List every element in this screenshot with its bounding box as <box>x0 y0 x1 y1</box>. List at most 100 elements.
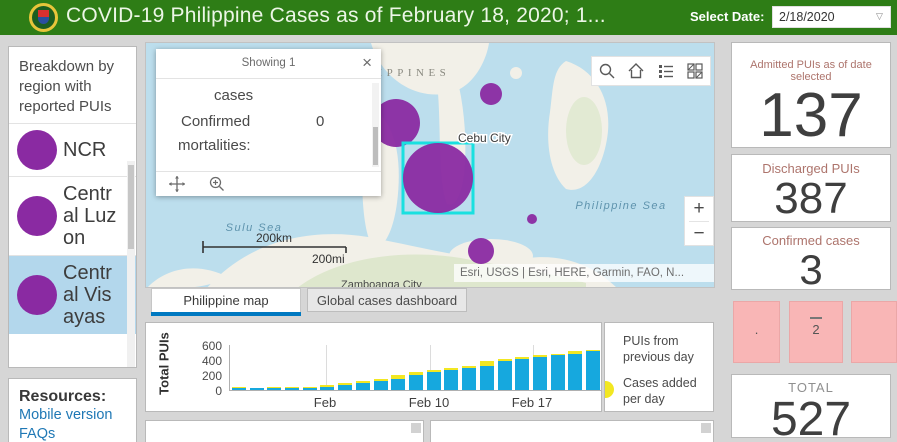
bar-cases-added[interactable] <box>303 387 317 388</box>
legend-item-puis[interactable]: PUIs from previous day <box>623 333 699 365</box>
chart-plot[interactable] <box>229 345 601 391</box>
admitted-label: Admitted PUIs as of date selected <box>732 59 890 83</box>
bar-cases-added[interactable] <box>586 350 600 351</box>
zoom-to-icon[interactable] <box>208 175 226 193</box>
legend-list-icon[interactable] <box>657 62 675 80</box>
bar-puis-previous[interactable] <box>515 359 529 390</box>
bar-puis-previous[interactable] <box>250 388 264 390</box>
admitted-puis-panel: Admitted PUIs as of date selected 137 <box>731 42 891 148</box>
region-marker-icon <box>17 130 57 170</box>
zoom-in-button[interactable]: + <box>685 197 713 221</box>
indicator-box-2: 2 <box>789 301 843 363</box>
bar-puis-previous[interactable] <box>409 375 423 390</box>
pan-move-icon[interactable] <box>168 175 186 193</box>
bar-puis-previous[interactable] <box>320 387 334 390</box>
zoom-out-button[interactable]: − <box>685 222 713 246</box>
bar-puis-previous[interactable] <box>586 351 600 390</box>
region-breakdown-panel: Breakdown by region with reported PUIs N… <box>8 46 137 368</box>
philippine-map[interactable]: PHILIPPINES Philippine Sea Sulu Sea Zamb… <box>145 42 715 288</box>
bar-puis-previous[interactable] <box>356 383 370 390</box>
bar-cases-added[interactable] <box>480 361 494 366</box>
bar-cases-added[interactable] <box>498 359 512 361</box>
popup-field-cases: cases <box>214 87 253 104</box>
bar-puis-previous[interactable] <box>374 381 388 390</box>
date-select-input[interactable] <box>772 6 891 28</box>
map-label-cebu-city: Cebu City <box>458 131 511 145</box>
case-marker[interactable] <box>527 214 537 224</box>
popup-scrollbar[interactable] <box>372 83 379 167</box>
basemap-icon[interactable] <box>686 62 704 80</box>
admitted-value: 137 <box>732 83 890 149</box>
bar-cases-added[interactable] <box>232 387 246 388</box>
total-value: 527 <box>732 395 890 442</box>
dashboard: COVID-19 Philippine Cases as of February… <box>0 0 897 442</box>
x-tick: Feb 17 <box>512 395 552 410</box>
x-tick: Feb <box>314 395 336 410</box>
region-item-central-luzon[interactable]: Central Luzon <box>9 176 136 255</box>
bar-cases-added[interactable] <box>444 368 458 370</box>
y-tick: 200 <box>182 369 222 383</box>
bar-puis-previous[interactable] <box>568 354 582 390</box>
search-icon[interactable] <box>598 62 616 80</box>
bar-cases-added[interactable] <box>374 379 388 381</box>
region-marker-icon <box>17 275 57 315</box>
confirmed-cases-panel: Confirmed cases 3 <box>731 227 891 290</box>
bar-puis-previous[interactable] <box>303 388 317 390</box>
legend-label: PUIs from previous day <box>623 334 694 364</box>
bar-cases-added[interactable] <box>568 351 582 354</box>
bar-puis-previous[interactable] <box>551 355 565 390</box>
y-tick: 600 <box>182 339 222 353</box>
bar-puis-previous[interactable] <box>285 388 299 390</box>
bar-puis-previous[interactable] <box>427 372 441 390</box>
mobile-version-link[interactable]: Mobile version <box>19 406 126 425</box>
legend-label: Cases added per day <box>623 376 697 406</box>
y-tick: 400 <box>182 354 222 368</box>
home-icon[interactable] <box>627 62 645 80</box>
popup-field-value: 0 <box>316 113 324 130</box>
case-marker[interactable] <box>468 238 494 264</box>
region-label: NCR <box>63 139 122 161</box>
scroll-arrow-icon[interactable] <box>701 423 711 433</box>
region-item-ncr[interactable]: NCR <box>9 123 136 176</box>
region-item-central-visayas[interactable]: Central Visayas <box>9 255 136 334</box>
bar-cases-added[interactable] <box>320 385 334 387</box>
bar-cases-added[interactable] <box>391 375 405 378</box>
bar-puis-previous[interactable] <box>533 357 547 391</box>
tab-global-cases-dashboard[interactable]: Global cases dashboard <box>307 288 467 312</box>
zoom-control: + − <box>684 196 714 246</box>
bar-puis-previous[interactable] <box>498 361 512 390</box>
bar-cases-added[interactable] <box>285 387 299 388</box>
faqs-link[interactable]: FAQs <box>19 425 126 442</box>
bar-cases-added[interactable] <box>533 355 547 357</box>
bar-cases-added[interactable] <box>462 366 476 368</box>
region-list-scrollbar[interactable] <box>127 161 135 367</box>
bar-cases-added[interactable] <box>267 387 281 388</box>
scale-km-label: 200km <box>256 231 292 245</box>
bar-cases-added[interactable] <box>409 372 423 375</box>
chart-y-axis-label: Total PUIs <box>157 324 172 404</box>
bar-puis-previous[interactable] <box>444 370 458 390</box>
popup-field-mortalities: mortalities: <box>178 137 251 154</box>
bar-cases-added[interactable] <box>515 357 529 359</box>
bar-puis-previous[interactable] <box>391 379 405 391</box>
scroll-arrow-icon[interactable] <box>411 423 421 433</box>
close-icon[interactable]: × <box>362 53 372 73</box>
map-label-philippine-sea: Philippine Sea <box>575 200 666 212</box>
tab-philippine-map[interactable]: Philippine map <box>151 288 301 312</box>
bar-cases-added[interactable] <box>338 383 352 385</box>
bottom-panel-left <box>145 420 424 442</box>
legend-swatch-yellow <box>604 381 614 398</box>
bar-cases-added[interactable] <box>551 354 565 355</box>
bar-cases-added[interactable] <box>427 370 441 373</box>
case-marker-selected[interactable] <box>403 143 473 213</box>
discharged-value: 387 <box>732 176 890 222</box>
bar-cases-added[interactable] <box>356 381 370 383</box>
bar-puis-previous[interactable] <box>338 385 352 390</box>
bar-puis-previous[interactable] <box>462 368 476 390</box>
bar-puis-previous[interactable] <box>267 388 281 390</box>
bar-puis-previous[interactable] <box>232 388 246 390</box>
case-marker[interactable] <box>480 83 502 105</box>
legend-item-cases-added[interactable]: Cases added per day <box>623 375 699 407</box>
discharged-puis-panel: Discharged PUIs 387 <box>731 154 891 222</box>
bar-puis-previous[interactable] <box>480 366 494 390</box>
